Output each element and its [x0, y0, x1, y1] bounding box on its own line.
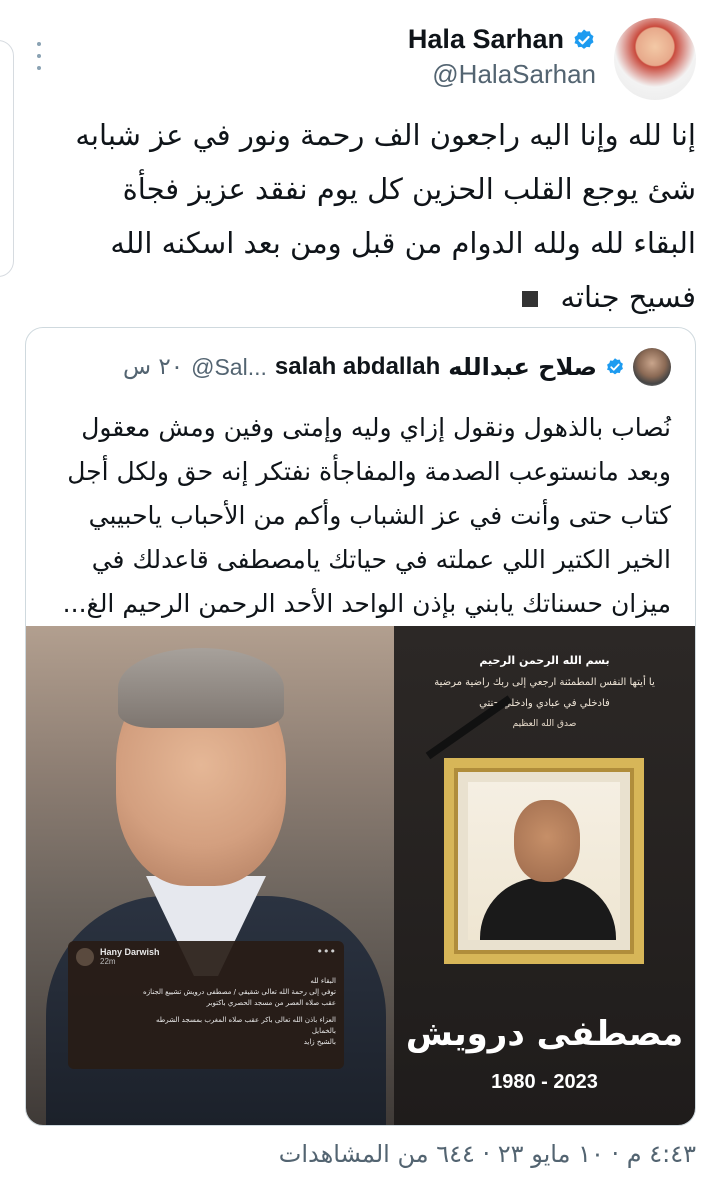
quoted-line: الخير الكتير اللي عملته في حياتك يامصطفى…	[91, 545, 671, 574]
fb-line: بالشيخ زايد	[303, 1038, 336, 1046]
fb-body: البقاء لله توفي إلى رحمة الله تعالى شقيق…	[76, 976, 336, 1048]
quoted-tweet[interactable]: ٢٠ س @Sal... salah abdallah صلاح عبدالله…	[25, 327, 696, 1126]
framed-photo	[468, 782, 620, 940]
fb-line: العزاء باذن الله تعالى باكر عقب صلاه الم…	[155, 1016, 336, 1024]
author-avatar[interactable]	[614, 18, 696, 100]
quoted-tweet-handle: @Sal...	[191, 353, 267, 380]
tweet-line: البقاء لله ولله الدوام من قبل ومن بعد اس…	[110, 226, 696, 260]
quoted-tweet-media[interactable]: Hany Darwish 22m ••• البقاء لله توفي إلى…	[26, 626, 695, 1125]
tweet-line: إنا لله وإنا اليه راجعون الف رحمة ونور ف…	[75, 118, 696, 152]
author-handle[interactable]: @HalaSarhan	[408, 59, 596, 90]
poster-verse-1: يا أيتها النفس المطمئنة ارجعي إلى ربك را…	[434, 677, 655, 688]
fb-line: عقب صلاه العصر من مسجد الحصري باكتوبر	[206, 999, 336, 1007]
tweet-line: فسيح جناته	[560, 280, 696, 314]
verified-badge-icon	[607, 358, 623, 375]
fb-line: توفي إلى رحمة الله تعالى شقيقي / مصطفى د…	[143, 988, 336, 996]
poster-name: مصطفى درويش	[405, 1014, 684, 1054]
facebook-post-screenshot: Hany Darwish 22m ••• البقاء لله توفي إلى…	[68, 941, 344, 1069]
fb-name: Hany Darwish	[100, 947, 160, 957]
verified-badge-icon	[574, 29, 594, 49]
poster-sadaq: صدق الله العظيم	[512, 719, 577, 729]
quoted-tweet-text: نُصاب بالذهول ونقول إزاي وليه وإمتى وفين…	[51, 406, 671, 626]
quoted-tweet-header: ٢٠ س @Sal... salah abdallah صلاح عبدالله	[123, 348, 671, 386]
memorial-poster: بسم الله الرحمن الرحيم يا أيتها النفس ال…	[394, 626, 695, 1125]
quoted-tweet-time[interactable]: ٢٠ س	[123, 354, 183, 380]
quoted-line: وبعد مانستوعب الصدمة والمفاجأة نفتكر إنه…	[67, 457, 671, 486]
quoted-tweet-name-ar: صلاح عبدالله	[448, 353, 597, 381]
quoted-tweet-avatar	[633, 348, 671, 386]
tweet-meta: ٤:٤٣ م · ١٠ مايو ٢٣ · ٦٤٤ من المشاهدات	[278, 1140, 696, 1168]
fb-more-icon: •••	[316, 945, 336, 958]
fb-avatar	[76, 947, 94, 966]
fb-line: بالخمايل	[311, 1027, 336, 1035]
quoted-line: كتاب حتى وأنت في عز الشباب وأكم من الأحب…	[88, 501, 671, 530]
tweet-text: إنا لله وإنا اليه راجعون الف رحمة ونور ف…	[46, 108, 696, 324]
poster-verse-2: فادخلي في عبادي وادخلي جنتي	[479, 698, 610, 709]
tweet-author[interactable]: Hala Sarhan @HalaSarhan	[408, 24, 596, 90]
more-options-icon[interactable]	[34, 42, 44, 70]
quoted-tweet-name-en: salah abdallah	[274, 353, 441, 380]
black-square-emoji-icon	[522, 291, 539, 307]
quoted-line: ميزان حسناتك يابني بإذن الواحد الأحد الر…	[62, 589, 671, 618]
tweet-line: شئ يوجع القلب الحزين كل يوم نفقد عزيز فج…	[122, 172, 696, 206]
quoted-line: نُصاب بالذهول ونقول إزاي وليه وإمتى وفين…	[81, 413, 671, 442]
previous-card-edge	[0, 40, 14, 277]
poster-basmala: بسم الله الرحمن الرحيم	[479, 654, 610, 667]
fb-time: 22m	[100, 957, 116, 966]
author-name[interactable]: Hala Sarhan	[408, 24, 564, 55]
gold-frame	[444, 758, 644, 964]
portrait-photo: Hany Darwish 22m ••• البقاء لله توفي إلى…	[26, 626, 394, 1125]
fb-line: البقاء لله	[310, 977, 336, 985]
poster-years: 1980 - 2023	[491, 1071, 598, 1093]
